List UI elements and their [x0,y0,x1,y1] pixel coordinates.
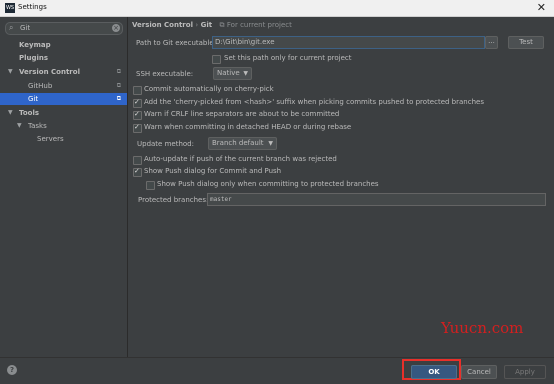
clear-search-icon[interactable]: × [112,24,120,32]
chevron-down-icon[interactable]: ▼ [8,66,13,78]
title-bar: WS Settings ✕ [0,0,554,17]
sidebar-item-label: Plugins [19,54,49,62]
warn-detached-checkbox[interactable] [133,123,142,133]
add-cherry-suffix-checkbox[interactable] [133,98,142,108]
settings-sidebar: ⌕ Git × Keymap Plugins ▼ Version Control… [0,17,128,357]
warn-crlf-label: Warn if CRLF line separators are about t… [144,110,340,118]
show-push-label: Show Push dialog for Commit and Push [144,167,282,175]
warn-detached-label: Warn when committing in detached HEAD or… [144,123,352,131]
ssh-label: SSH executable: [136,70,194,78]
breadcrumb-separator: › [195,21,199,29]
git-path-input[interactable]: D:\Git\bin\git.exe [212,36,485,49]
auto-update-checkbox[interactable] [133,156,142,165]
update-method-select[interactable]: Branch default ▼ [208,137,277,150]
sidebar-item-label: Tools [19,109,40,117]
watermark: Yuucn.com [441,319,524,337]
breadcrumb-current: Git [200,21,213,29]
sidebar-item-servers[interactable]: Servers [0,133,127,145]
commit-cherry-label: Commit automatically on cherry-pick [144,85,274,93]
project-icon: ⧉ [116,68,121,75]
sidebar-item-label: Keymap [19,41,51,49]
git-path-label: Path to Git executable: [136,39,216,47]
sidebar-item-label: Tasks [28,122,47,130]
project-scope-icon: ⧉ [219,21,225,29]
search-value: Git [20,24,31,32]
update-method-value: Branch default [212,139,264,147]
browse-button[interactable]: ... [485,36,498,49]
show-push-protected-label: Show Push dialog only when committing to… [157,180,379,188]
add-cherry-suffix-label: Add the 'cherry-picked from <hash>' suff… [144,98,484,106]
protected-branches-input[interactable]: master [207,193,546,206]
project-icon: ⧉ [116,95,121,102]
ssh-select[interactable]: Native ▼ [213,67,252,80]
window-title: Settings [18,3,47,11]
sidebar-item-version-control[interactable]: ▼ Version Control ⧉ [0,66,127,78]
set-path-project-checkbox[interactable] [212,55,221,64]
ssh-select-value: Native [217,69,240,77]
warn-crlf-checkbox[interactable] [133,110,142,120]
protected-branches-label: Protected branches: [138,196,209,204]
commit-cherry-checkbox[interactable] [133,86,142,95]
chevron-down-icon[interactable]: ▼ [8,107,13,119]
sidebar-item-tools[interactable]: ▼ Tools [0,107,127,119]
sidebar-item-label: Version Control [19,68,80,76]
test-button[interactable]: Test [508,36,544,49]
search-input[interactable]: ⌕ Git × [5,22,123,35]
update-method-label: Update method: [137,140,194,148]
close-icon[interactable]: ✕ [537,1,546,14]
apply-button[interactable]: Apply [504,365,546,379]
breadcrumb-parent: Version Control [132,21,193,29]
set-path-project-label: Set this path only for current project [224,54,352,62]
help-icon[interactable]: ? [7,365,17,375]
sidebar-item-github[interactable]: GitHub ⧉ [0,80,127,92]
chevron-down-icon[interactable]: ▼ [17,120,22,132]
search-icon: ⌕ [9,23,14,32]
chevron-down-icon: ▼ [268,140,273,147]
show-push-protected-checkbox[interactable] [146,181,155,190]
project-scope-label: For current project [226,21,292,29]
sidebar-item-plugins[interactable]: Plugins [0,52,127,64]
project-icon: ⧉ [116,82,121,89]
sidebar-item-git[interactable]: Git ⧉ [0,93,127,105]
app-icon: WS [5,3,15,13]
sidebar-item-label: Git [28,95,39,103]
settings-content: Version Control › Git ⧉ For current proj… [128,17,554,357]
sidebar-item-tasks[interactable]: ▼ Tasks [0,120,127,132]
auto-update-label: Auto-update if push of the current branc… [144,155,337,163]
breadcrumb: Version Control › Git ⧉ For current proj… [132,21,292,30]
sidebar-item-label: Servers [37,135,64,143]
chevron-down-icon: ▼ [243,70,248,77]
sidebar-item-label: GitHub [28,82,53,90]
sidebar-item-keymap[interactable]: Keymap [0,39,127,51]
cancel-button[interactable]: Cancel [461,365,497,379]
show-push-checkbox[interactable] [133,167,142,177]
ok-button[interactable]: OK [411,365,457,379]
